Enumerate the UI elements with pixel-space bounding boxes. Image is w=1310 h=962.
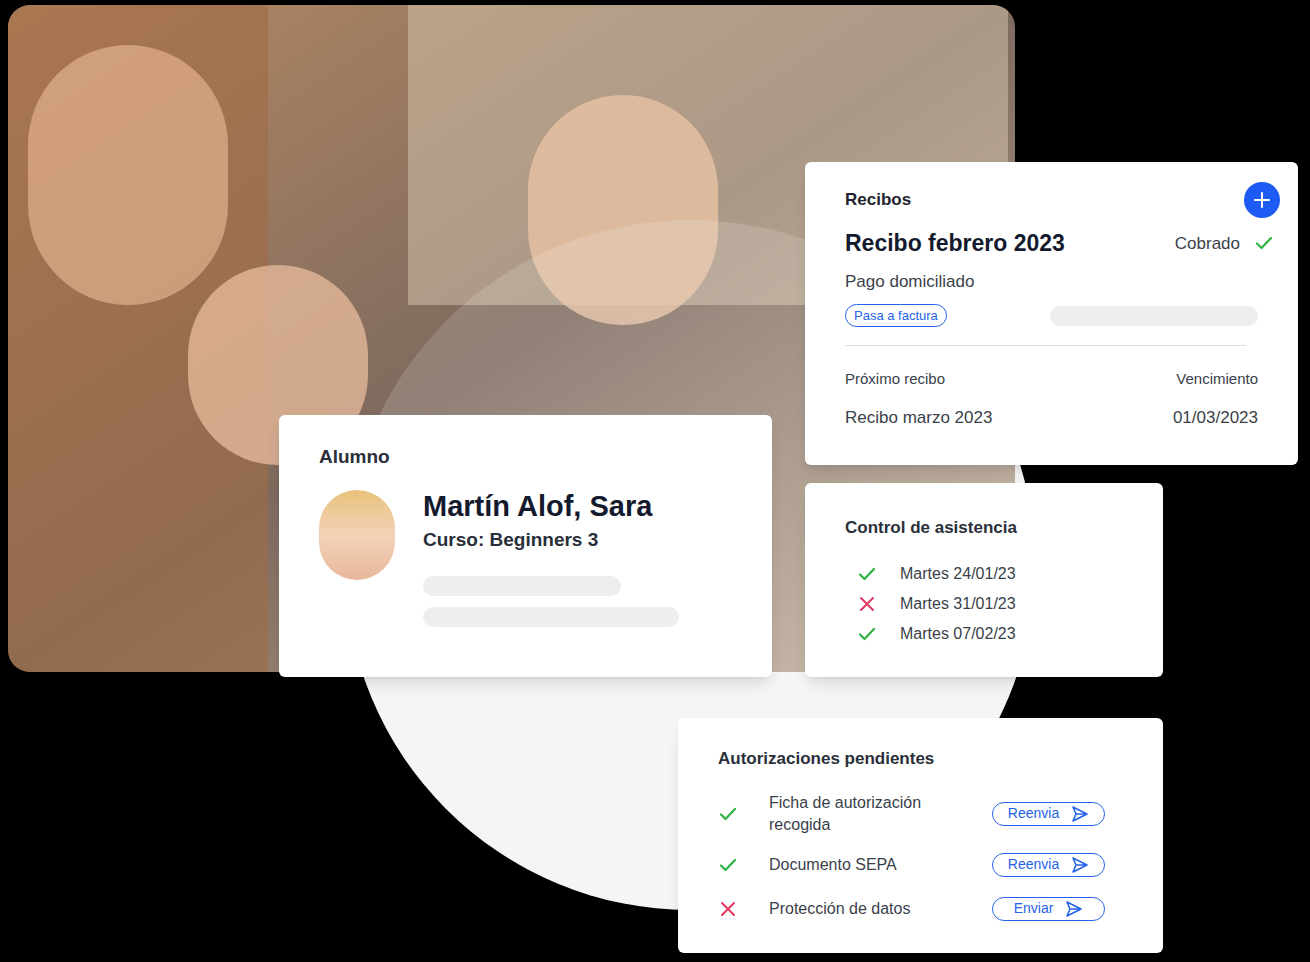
authorization-label: Documento SEPA xyxy=(769,854,964,876)
authorizations-title: Autorizaciones pendientes xyxy=(718,746,1105,772)
attendance-date: Martes 24/01/23 xyxy=(900,562,1016,586)
send-icon xyxy=(1071,805,1089,823)
send-label: Reenvia xyxy=(1008,854,1059,875)
divider xyxy=(845,345,1246,346)
attendance-card: Control de asistenciaMartes 24/01/23Mart… xyxy=(805,483,1163,677)
authorization-label: Ficha de autorización recogida xyxy=(769,792,964,836)
attendance-date: Martes 07/02/23 xyxy=(900,622,1016,646)
check-icon xyxy=(857,564,877,584)
attendance-date: Martes 31/01/23 xyxy=(900,592,1016,616)
authorization-label: Protección de datos xyxy=(769,898,964,920)
next-label: Próximo recibo xyxy=(845,368,945,391)
receipts-title: Recibos xyxy=(845,187,911,213)
invoice-button[interactable]: Pasa a factura xyxy=(845,304,947,327)
due-label: Vencimiento xyxy=(1176,368,1258,391)
check-icon xyxy=(718,804,738,824)
cross-icon xyxy=(857,594,877,614)
next-receipt: Recibo marzo 2023 xyxy=(845,405,992,431)
student-photo xyxy=(319,490,395,580)
receipts-card: Recibos Recibo febrero 2023 Cobrado Pago do… xyxy=(805,162,1298,465)
placeholder-bar xyxy=(1050,306,1258,326)
payment-method: Pago domiciliado xyxy=(845,269,1258,295)
authorizations-card: Autorizaciones pendientes Ficha de autori… xyxy=(678,718,1163,953)
authorization-row: Documento SEPA Reenvia xyxy=(718,850,1105,880)
check-icon xyxy=(857,624,877,644)
next-values: Recibo marzo 2023 01/03/2023 xyxy=(845,405,1258,431)
due-date: 01/03/2023 xyxy=(1173,405,1258,431)
authorizations-list: Ficha de autorización recogidaReenviaDoc… xyxy=(718,792,1105,924)
plus-icon xyxy=(1252,190,1272,210)
send-icon xyxy=(1065,900,1083,918)
send-button[interactable]: Reenvia xyxy=(992,802,1105,826)
send-button[interactable]: Enviar xyxy=(992,897,1105,921)
next-labels: Próximo recibo Vencimiento xyxy=(845,368,1258,391)
receipt-row: Recibo febrero 2023 Cobrado xyxy=(845,226,1258,261)
status-label: Cobrado xyxy=(1175,231,1240,257)
receipt-status: Cobrado xyxy=(1175,231,1274,257)
add-button[interactable] xyxy=(1244,182,1280,218)
send-button[interactable]: Reenvia xyxy=(992,853,1105,877)
student-card: Alumno Martín Alof, SaraCurso: Beginners … xyxy=(279,415,772,677)
receipt-actions: Pasa a factura xyxy=(845,304,1258,327)
authorization-row: Ficha de autorización recogida Reenvia xyxy=(718,792,1105,836)
student-course: Curso: Beginners 3 xyxy=(423,526,679,555)
cross-icon xyxy=(718,899,738,919)
placeholder-bar xyxy=(423,607,679,627)
send-label: Reenvia xyxy=(1008,803,1059,824)
attendance-row: Martes 07/02/23 xyxy=(857,623,1123,645)
attendance-title: Control de asistencia xyxy=(845,515,1123,541)
attendance-row: Martes 31/01/23 xyxy=(857,593,1123,615)
attendance-row: Martes 24/01/23 xyxy=(857,563,1123,585)
receipt-title: Recibo febrero 2023 xyxy=(845,226,1065,261)
check-icon xyxy=(1254,233,1274,253)
student-label: Alumno xyxy=(319,443,732,472)
student-row: Martín Alof, SaraCurso: Beginners 3 xyxy=(319,488,732,628)
attendance-list: Martes 24/01/23 Martes 31/01/23 Martes 07/… xyxy=(845,563,1123,645)
receipts-header: Recibos xyxy=(845,186,1258,214)
send-label: Enviar xyxy=(1014,898,1054,919)
placeholder-bar xyxy=(423,576,621,596)
send-icon xyxy=(1071,856,1089,874)
authorization-row: Protección de datos Enviar xyxy=(718,894,1105,924)
check-icon xyxy=(718,855,738,875)
student-info: Martín Alof, SaraCurso: Beginners 3 xyxy=(423,488,679,628)
student-name: Martín Alof, Sara xyxy=(423,488,679,524)
